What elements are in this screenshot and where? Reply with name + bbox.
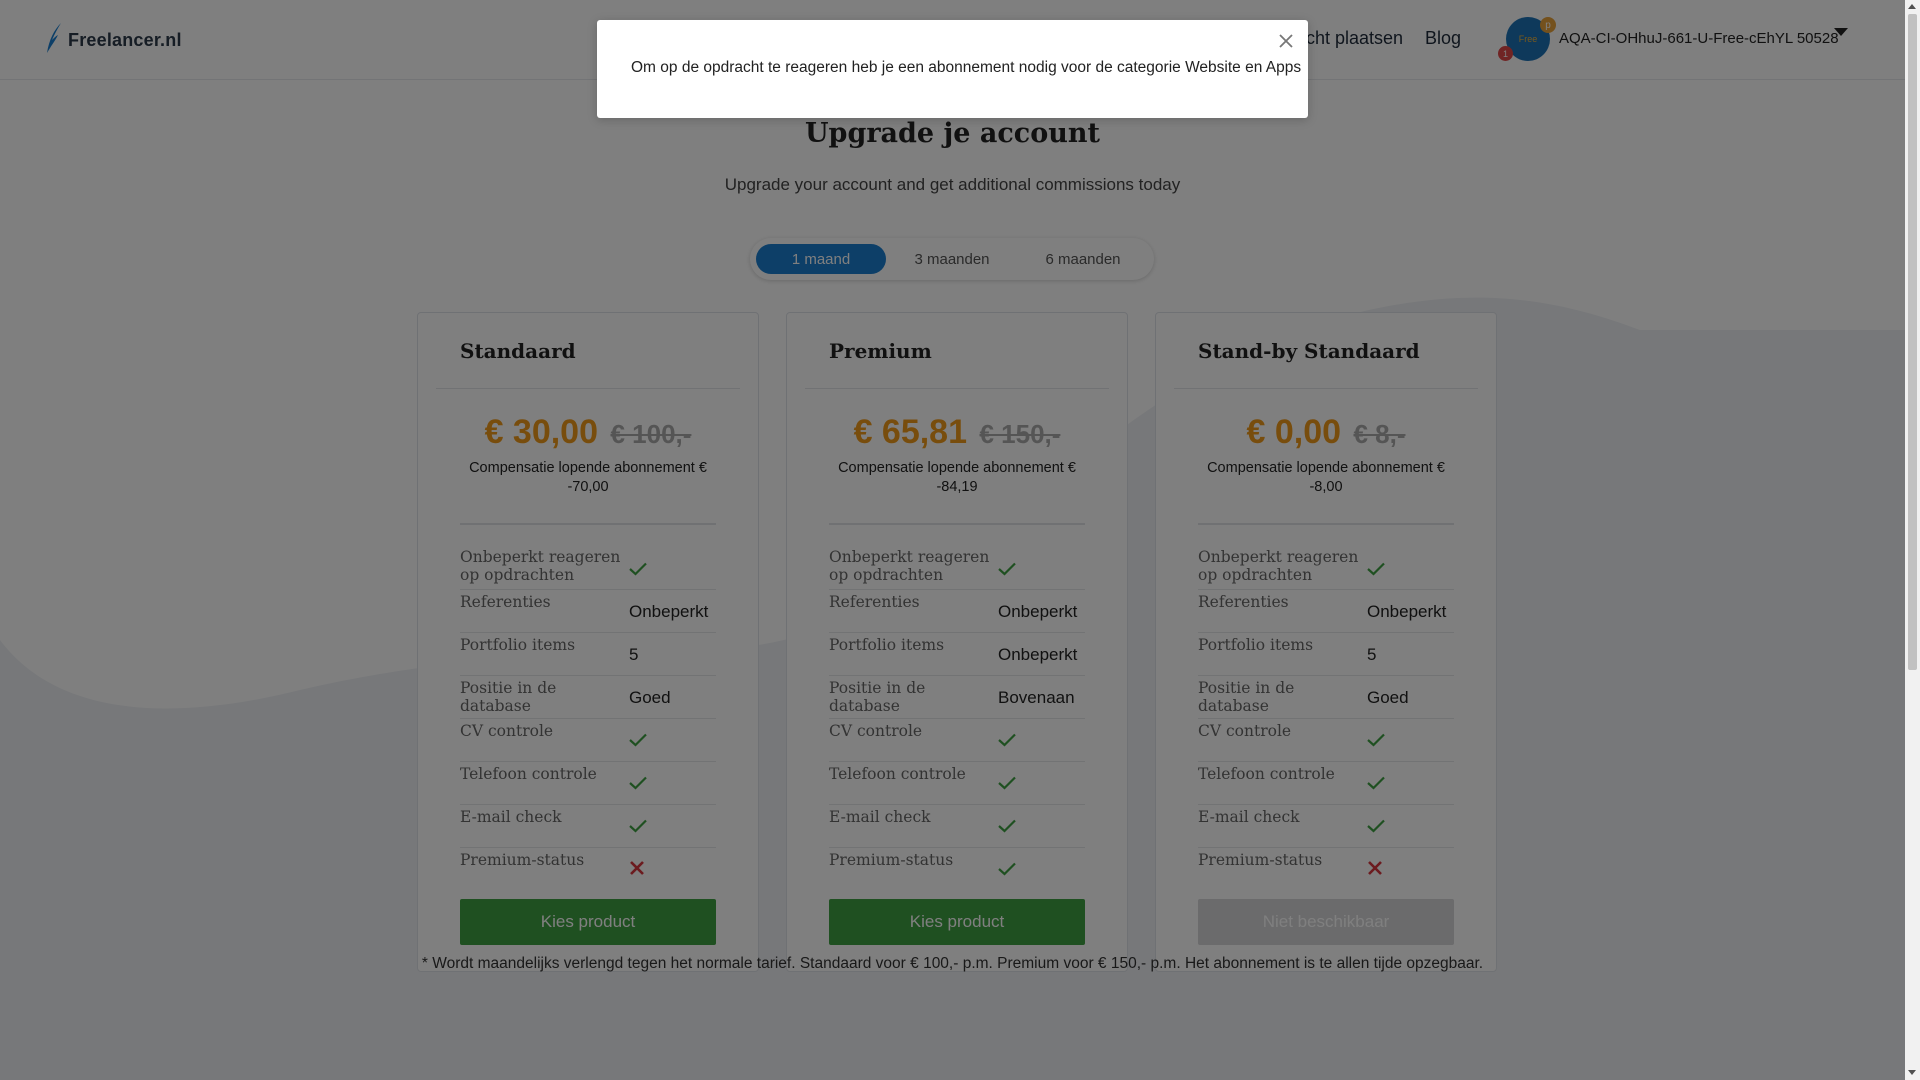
scrollbar-thumb[interactable] — [1908, 14, 1917, 670]
scrollbar[interactable] — [1905, 0, 1920, 1080]
scroll-down-arrow[interactable] — [1908, 1070, 1916, 1075]
close-icon[interactable] — [1274, 29, 1298, 53]
scroll-up-arrow[interactable] — [1908, 4, 1916, 9]
modal-message: Om op de opdracht te reageren heb je een… — [631, 59, 1302, 76]
subscription-required-modal: Om op de opdracht te reageren heb je een… — [597, 20, 1308, 118]
modal-overlay[interactable] — [0, 0, 1905, 1080]
